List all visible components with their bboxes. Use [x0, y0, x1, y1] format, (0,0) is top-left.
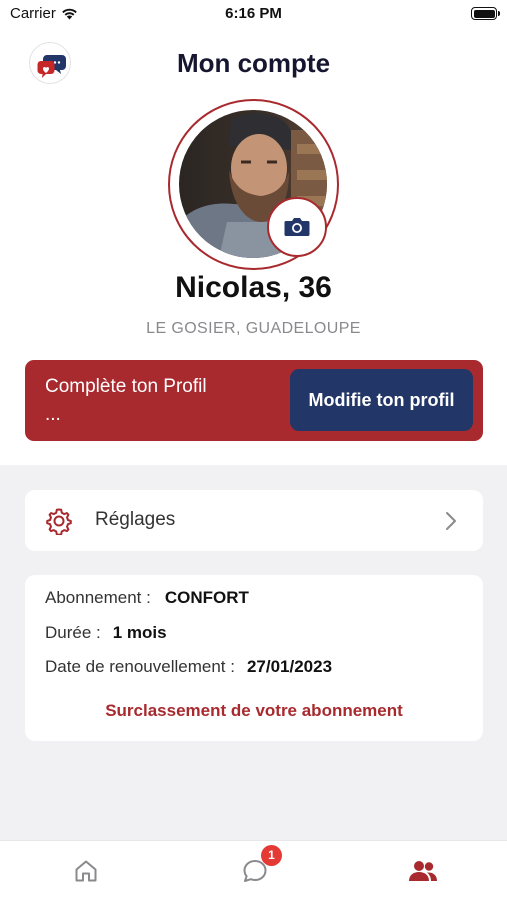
- settings-label: Réglages: [95, 509, 176, 530]
- status-bar: Carrier 6:16 PM: [0, 0, 507, 30]
- user-name: Nicolas, 36: [175, 271, 332, 304]
- gear-icon: [46, 508, 72, 535]
- clock: 6:16 PM: [225, 5, 282, 22]
- duration-value: 1 mois: [112, 623, 167, 642]
- chevron-right-icon: [446, 512, 456, 530]
- renewal-value: 27/01/2023: [246, 657, 333, 676]
- banner-text: Complète ton Profil ...: [45, 376, 207, 425]
- subscription-card: Abonnement : CONFORT Durée : 1 mois Date d…: [25, 575, 483, 741]
- plan-value: CONFORT: [164, 588, 249, 607]
- upgrade-subscription-link[interactable]: Surclassement de votre abonnement: [25, 701, 483, 721]
- complete-profile-banner: Complète ton Profil ... Modifie ton prof…: [25, 360, 483, 441]
- renewal-label: Date de renouvellement :: [45, 657, 235, 676]
- subscription-plan-row: Abonnement : CONFORT: [45, 588, 249, 608]
- settings-row[interactable]: Réglages: [25, 490, 483, 551]
- messages-badge: 1: [261, 845, 282, 866]
- camera-icon: [284, 218, 310, 236]
- users-icon: [409, 861, 437, 881]
- plan-label: Abonnement :: [45, 588, 151, 607]
- subscription-renewal-row: Date de renouvellement : 27/01/2023: [45, 657, 332, 677]
- subscription-duration-row: Durée : 1 mois: [45, 623, 167, 643]
- edit-profile-button[interactable]: Modifie ton profil: [290, 369, 473, 431]
- tab-home[interactable]: [71, 856, 101, 886]
- battery-icon: [471, 7, 500, 20]
- tab-account[interactable]: [408, 856, 438, 886]
- change-photo-button[interactable]: [267, 197, 327, 257]
- user-location: LE GOSIER, GUADELOUPE: [146, 320, 361, 337]
- duration-label: Durée :: [45, 623, 101, 642]
- page-title: Mon compte: [176, 48, 331, 78]
- tab-bar: [0, 840, 507, 900]
- header: Mon compte: [0, 40, 507, 86]
- home-icon: [75, 860, 97, 882]
